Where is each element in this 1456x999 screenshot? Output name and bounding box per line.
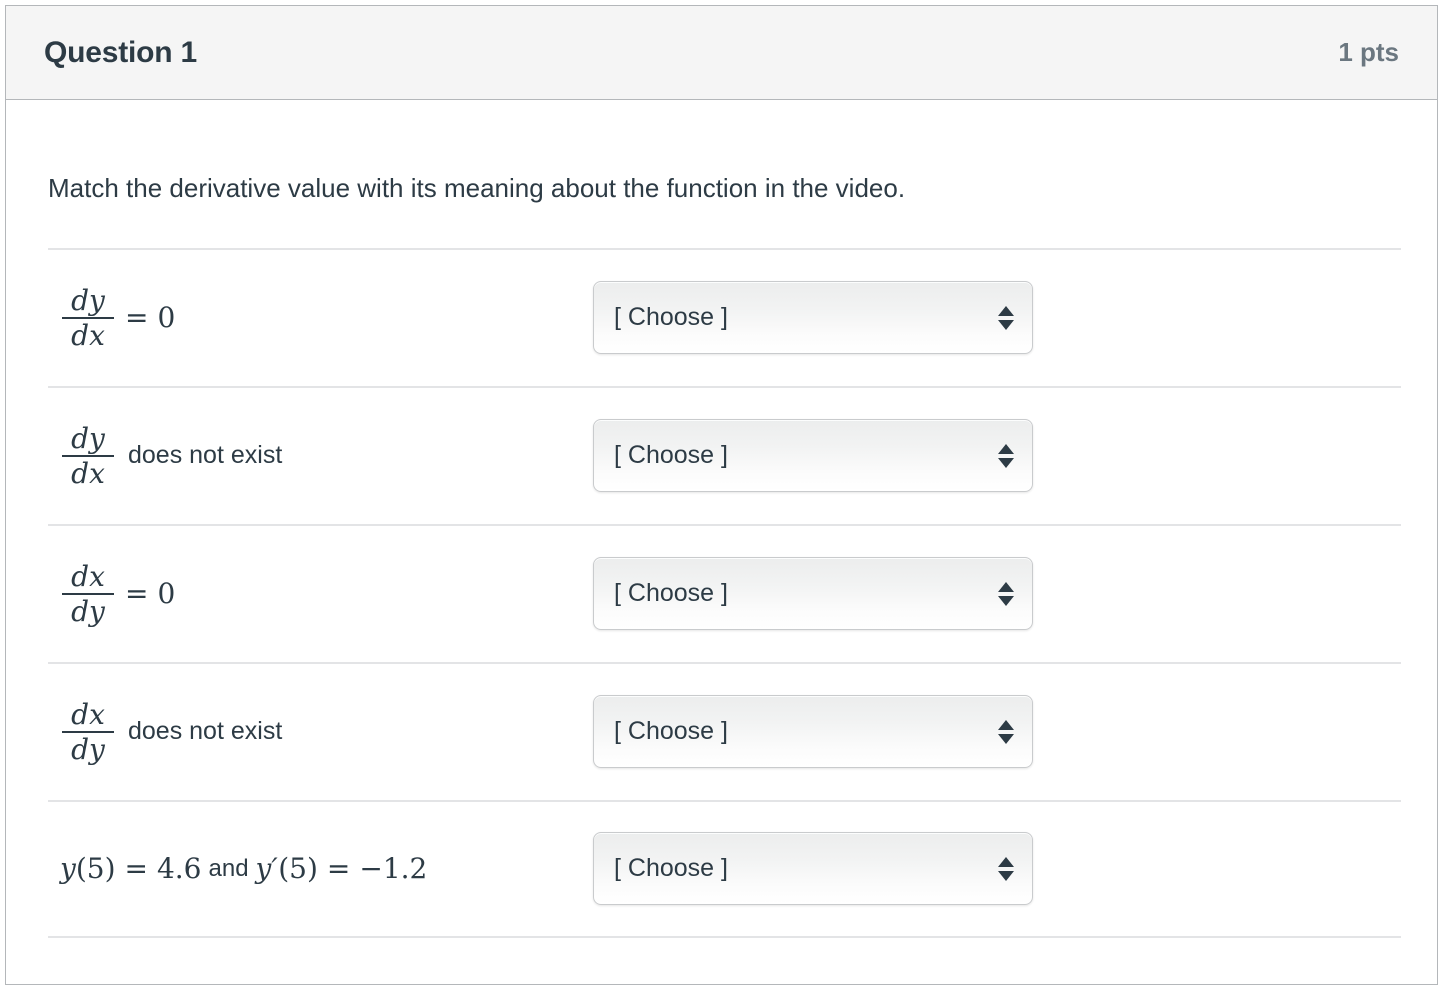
choose-dropdown-label: [ Choose ] bbox=[594, 717, 728, 746]
page-title: Question 1 bbox=[44, 36, 197, 70]
chevron-up-icon bbox=[998, 582, 1014, 592]
match-answer-cell: [ Choose ] bbox=[593, 557, 1401, 630]
match-answer-cell: [ Choose ] bbox=[593, 695, 1401, 768]
choose-dropdown-2[interactable]: [ Choose ] bbox=[593, 419, 1033, 492]
table-row: dy dx = 0 [ Choose ] bbox=[48, 248, 1401, 386]
function-value-lhs: 4.6 bbox=[157, 852, 202, 885]
equals-operator: = bbox=[116, 301, 157, 334]
choose-dropdown-4[interactable]: [ Choose ] bbox=[593, 695, 1033, 768]
chevron-updown-icon bbox=[998, 444, 1014, 468]
function-name-lhs: y bbox=[60, 852, 76, 885]
prime-symbol: ′ bbox=[271, 852, 278, 885]
chevron-updown-icon bbox=[998, 720, 1014, 744]
fraction-denominator: dx bbox=[68, 319, 108, 350]
choose-dropdown-3[interactable]: [ Choose ] bbox=[593, 557, 1033, 630]
table-row: dy dx does not exist [ Choose ] bbox=[48, 386, 1401, 524]
fraction-numerator: dx bbox=[68, 562, 108, 593]
chevron-updown-icon bbox=[998, 306, 1014, 330]
fraction-denominator: dy bbox=[68, 595, 108, 626]
conjunction-text: and bbox=[202, 855, 256, 883]
equals-operator-rhs: = bbox=[318, 852, 359, 885]
chevron-down-icon bbox=[998, 734, 1014, 744]
chevron-updown-icon bbox=[998, 857, 1014, 881]
math-expression: dy dx bbox=[60, 424, 116, 488]
expression-suffix-text: does not exist bbox=[128, 441, 282, 470]
chevron-up-icon bbox=[998, 306, 1014, 316]
chevron-down-icon bbox=[998, 871, 1014, 881]
chevron-updown-icon bbox=[998, 582, 1014, 606]
chevron-down-icon bbox=[998, 320, 1014, 330]
choose-dropdown-label: [ Choose ] bbox=[594, 854, 728, 883]
function-arg-lhs: (5) bbox=[76, 852, 116, 885]
choose-dropdown-label: [ Choose ] bbox=[594, 441, 728, 470]
math-expression: dx dy = 0 bbox=[60, 562, 175, 626]
question-header: Question 1 1 pts bbox=[6, 6, 1437, 100]
question-card: Question 1 1 pts Match the derivative va… bbox=[5, 5, 1438, 985]
chevron-down-icon bbox=[998, 458, 1014, 468]
fraction-numerator: dy bbox=[68, 286, 108, 317]
fraction: dy dx bbox=[62, 286, 114, 350]
math-expression: dx dy bbox=[60, 700, 116, 764]
match-answer-cell: [ Choose ] bbox=[593, 419, 1401, 492]
match-prompt-cell: dx dy = 0 bbox=[48, 562, 593, 626]
fraction: dx dy bbox=[62, 700, 114, 764]
matching-table: dy dx = 0 [ Choose ] bbox=[6, 248, 1437, 938]
fraction-numerator: dx bbox=[68, 700, 108, 731]
match-prompt-cell: dy dx does not exist bbox=[48, 424, 593, 488]
function-name-rhs: y bbox=[256, 852, 272, 885]
choose-dropdown-1[interactable]: [ Choose ] bbox=[593, 281, 1033, 354]
function-arg-rhs: (5) bbox=[278, 852, 318, 885]
expression-value: 0 bbox=[157, 577, 175, 610]
expression-value: 0 bbox=[157, 301, 175, 334]
fraction: dx dy bbox=[62, 562, 114, 626]
chevron-up-icon bbox=[998, 444, 1014, 454]
choose-dropdown-label: [ Choose ] bbox=[594, 579, 728, 608]
table-row: dx dy does not exist [ Choose ] bbox=[48, 662, 1401, 800]
math-expression: dy dx = 0 bbox=[60, 286, 175, 350]
question-prompt: Match the derivative value with its mean… bbox=[6, 100, 1437, 206]
fraction: dy dx bbox=[62, 424, 114, 488]
match-prompt-cell: dy dx = 0 bbox=[48, 286, 593, 350]
table-row: y(5) = 4.6 and y′(5) = −1.2 [ Choose ] bbox=[48, 800, 1401, 938]
question-body: Match the derivative value with its mean… bbox=[6, 100, 1437, 938]
expression-suffix-text: does not exist bbox=[128, 717, 282, 746]
match-answer-cell: [ Choose ] bbox=[593, 281, 1401, 354]
function-value-rhs: −1.2 bbox=[359, 852, 427, 885]
chevron-up-icon bbox=[998, 720, 1014, 730]
match-prompt-cell: dx dy does not exist bbox=[48, 700, 593, 764]
match-prompt-cell: y(5) = 4.6 and y′(5) = −1.2 bbox=[48, 852, 593, 885]
question-points-badge: 1 pts bbox=[1338, 37, 1399, 68]
choose-dropdown-label: [ Choose ] bbox=[594, 303, 728, 332]
equals-operator: = bbox=[116, 577, 157, 610]
equals-operator-lhs: = bbox=[116, 852, 157, 885]
chevron-down-icon bbox=[998, 596, 1014, 606]
fraction-numerator: dy bbox=[68, 424, 108, 455]
fraction-denominator: dx bbox=[68, 457, 108, 488]
choose-dropdown-5[interactable]: [ Choose ] bbox=[593, 832, 1033, 905]
chevron-up-icon bbox=[998, 857, 1014, 867]
math-expression: y(5) = 4.6 and y′(5) = −1.2 bbox=[60, 852, 427, 885]
table-row: dx dy = 0 [ Choose ] bbox=[48, 524, 1401, 662]
match-answer-cell: [ Choose ] bbox=[593, 832, 1401, 905]
fraction-denominator: dy bbox=[68, 733, 108, 764]
